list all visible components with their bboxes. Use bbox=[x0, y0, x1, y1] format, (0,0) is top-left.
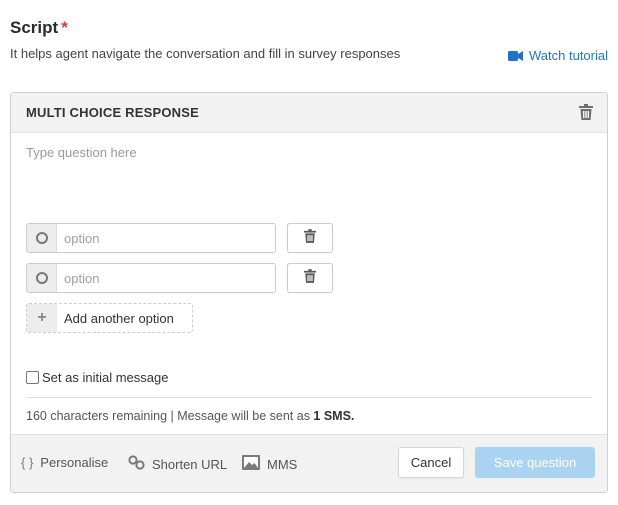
delete-option-button[interactable] bbox=[287, 263, 333, 293]
trash-icon bbox=[579, 104, 593, 124]
plus-icon: + bbox=[27, 304, 57, 332]
card-footer: { } Personalise Shorten URL MMS Cancel S… bbox=[11, 434, 607, 492]
option-row bbox=[26, 223, 333, 253]
question-card: MULTI CHOICE RESPONSE Type question here… bbox=[10, 92, 608, 493]
add-option-label: Add another option bbox=[64, 311, 174, 326]
option-field bbox=[26, 223, 276, 253]
cancel-button[interactable]: Cancel bbox=[398, 447, 464, 478]
card-title: MULTI CHOICE RESPONSE bbox=[26, 105, 199, 120]
option-field bbox=[26, 263, 276, 293]
divider bbox=[26, 397, 592, 398]
braces-icon: { } bbox=[21, 455, 34, 470]
initial-message-checkbox[interactable] bbox=[26, 371, 39, 384]
watch-tutorial-label: Watch tutorial bbox=[529, 48, 608, 63]
shorten-url-label: Shorten URL bbox=[152, 456, 228, 472]
watch-tutorial-link[interactable]: Watch tutorial bbox=[508, 48, 608, 63]
trash-icon bbox=[304, 268, 316, 288]
page-subtitle: It helps agent navigate the conversation… bbox=[10, 46, 401, 61]
mms-label: MMS bbox=[267, 456, 298, 472]
personalise-button[interactable]: { } Personalise bbox=[21, 455, 108, 470]
initial-message-label: Set as initial message bbox=[42, 370, 169, 385]
image-icon bbox=[242, 455, 260, 473]
option-input[interactable] bbox=[64, 264, 269, 292]
page-title: Script * bbox=[10, 18, 68, 38]
option-row bbox=[26, 263, 333, 293]
character-count-text: 160 characters remaining | Message will … bbox=[26, 409, 314, 423]
radio-icon bbox=[27, 224, 57, 252]
trash-icon bbox=[304, 228, 316, 248]
save-question-button[interactable]: Save question bbox=[475, 447, 595, 478]
shorten-url-button[interactable]: Shorten URL bbox=[128, 455, 227, 473]
question-input[interactable] bbox=[26, 145, 586, 225]
delete-question-button[interactable] bbox=[579, 104, 593, 125]
initial-message-toggle[interactable]: Set as initial message bbox=[26, 370, 168, 385]
required-asterisk: * bbox=[61, 18, 68, 37]
option-input[interactable] bbox=[64, 224, 269, 252]
sms-count: 1 SMS. bbox=[313, 409, 355, 423]
character-count-info: 160 characters remaining | Message will … bbox=[26, 409, 354, 423]
add-option-button[interactable]: + Add another option bbox=[26, 303, 193, 333]
page-title-text: Script bbox=[10, 18, 59, 37]
link-icon bbox=[128, 455, 145, 473]
video-camera-icon bbox=[508, 50, 523, 62]
radio-icon bbox=[27, 264, 57, 292]
mms-button[interactable]: MMS bbox=[242, 455, 297, 473]
delete-option-button[interactable] bbox=[287, 223, 333, 253]
card-header: MULTI CHOICE RESPONSE bbox=[11, 93, 607, 133]
personalise-label: Personalise bbox=[40, 455, 109, 470]
